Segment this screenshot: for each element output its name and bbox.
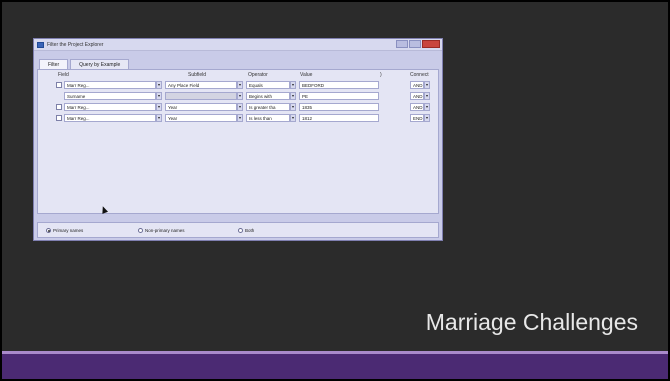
chevron-down-icon[interactable]: ▾ (290, 81, 296, 89)
operator-select[interactable]: Begins with (246, 92, 290, 100)
chevron-down-icon[interactable]: ▾ (290, 103, 296, 111)
connect-select[interactable]: AND (410, 81, 424, 89)
minimize-icon[interactable] (396, 40, 408, 48)
subfield-select[interactable]: Year (165, 114, 237, 122)
column-headers: Field Subfield Operator Value ) Connect (38, 72, 438, 79)
radio-non-primary-names[interactable]: Non-primary names (138, 228, 185, 233)
app-icon (37, 41, 44, 48)
subfield-select[interactable]: Any Place Field (165, 81, 237, 89)
field-select[interactable]: Surname (64, 92, 156, 100)
subfield-select[interactable]: Year (165, 103, 237, 111)
slide-title: Marriage Challenges (425, 309, 638, 335)
value-input[interactable]: PE (299, 92, 379, 100)
radio-both[interactable]: Both (238, 228, 254, 233)
filter-row: Marr Reg... ▾ Year ▾ Is greater tha ▾ 18… (38, 102, 438, 112)
chevron-down-icon[interactable]: ▾ (156, 81, 162, 89)
slide: Filter the Project Explorer Filter Query… (2, 2, 668, 379)
window-titlebar: Filter the Project Explorer (34, 39, 442, 51)
footer-band (2, 351, 668, 379)
row-checkbox[interactable] (56, 82, 62, 88)
header-paren: ) (380, 72, 382, 78)
radio-label: Both (245, 228, 255, 233)
field-select[interactable]: Marr Reg... (64, 103, 156, 111)
window-controls (396, 40, 440, 48)
name-type-radio-group: Primary names Non-primary names Both (37, 222, 439, 238)
window-title: Filter the Project Explorer (47, 41, 104, 48)
close-icon[interactable] (422, 40, 440, 48)
maximize-icon[interactable] (409, 40, 421, 48)
chevron-down-icon[interactable]: ▾ (156, 103, 162, 111)
operator-select[interactable]: Equals (246, 81, 290, 89)
header-value: Value (300, 72, 313, 78)
value-input[interactable]: 1812 (299, 114, 379, 122)
radio-label: Non-primary names (145, 228, 185, 233)
chevron-down-icon[interactable]: ▾ (290, 114, 296, 122)
chevron-down-icon[interactable]: ▾ (156, 114, 162, 122)
chevron-down-icon: ▾ (237, 92, 243, 100)
chevron-down-icon[interactable]: ▾ (424, 81, 430, 89)
chevron-down-icon[interactable]: ▾ (237, 114, 243, 122)
header-field: Field (58, 72, 69, 78)
subfield-select (165, 92, 237, 100)
embedded-screenshot: Filter the Project Explorer Filter Query… (33, 38, 443, 241)
header-subfield: Subfield (188, 72, 207, 78)
connect-select[interactable]: AND (410, 103, 424, 111)
radio-selected-icon (46, 228, 51, 233)
row-checkbox[interactable] (56, 115, 62, 121)
chevron-down-icon[interactable]: ▾ (290, 92, 296, 100)
value-input[interactable]: 1835 (299, 103, 379, 111)
chevron-down-icon[interactable]: ▾ (237, 103, 243, 111)
filter-row: Marr Reg... ▾ Any Place Field ▾ Equals ▾… (38, 80, 438, 90)
radio-primary-names[interactable]: Primary names (46, 228, 83, 233)
operator-select[interactable]: Is greater tha (246, 103, 290, 111)
radio-unselected-icon (138, 228, 143, 233)
chevron-down-icon[interactable]: ▾ (156, 92, 162, 100)
radio-unselected-icon (238, 228, 243, 233)
row-checkbox[interactable] (56, 104, 62, 110)
filter-panel: Field Subfield Operator Value ) Connect … (37, 69, 439, 214)
connect-select[interactable]: AND (410, 92, 424, 100)
chevron-down-icon[interactable]: ▾ (424, 114, 430, 122)
value-input[interactable]: BEDFORD (299, 81, 379, 89)
chevron-down-icon[interactable]: ▾ (424, 92, 430, 100)
header-connect: Connect (410, 72, 429, 78)
field-select[interactable]: Marr Reg... (64, 114, 156, 122)
chevron-down-icon[interactable]: ▾ (237, 81, 243, 89)
filter-row: Surname ▾ ▾ Begins with ▾ PE AND ▾ (38, 91, 438, 101)
connect-select[interactable]: END (410, 114, 424, 122)
filter-row: Marr Reg... ▾ Year ▾ Is less than ▾ 1812… (38, 113, 438, 123)
operator-select[interactable]: Is less than (246, 114, 290, 122)
field-select[interactable]: Marr Reg... (64, 81, 156, 89)
header-operator: Operator (248, 72, 268, 78)
chevron-down-icon[interactable]: ▾ (424, 103, 430, 111)
radio-label: Primary names (53, 228, 84, 233)
